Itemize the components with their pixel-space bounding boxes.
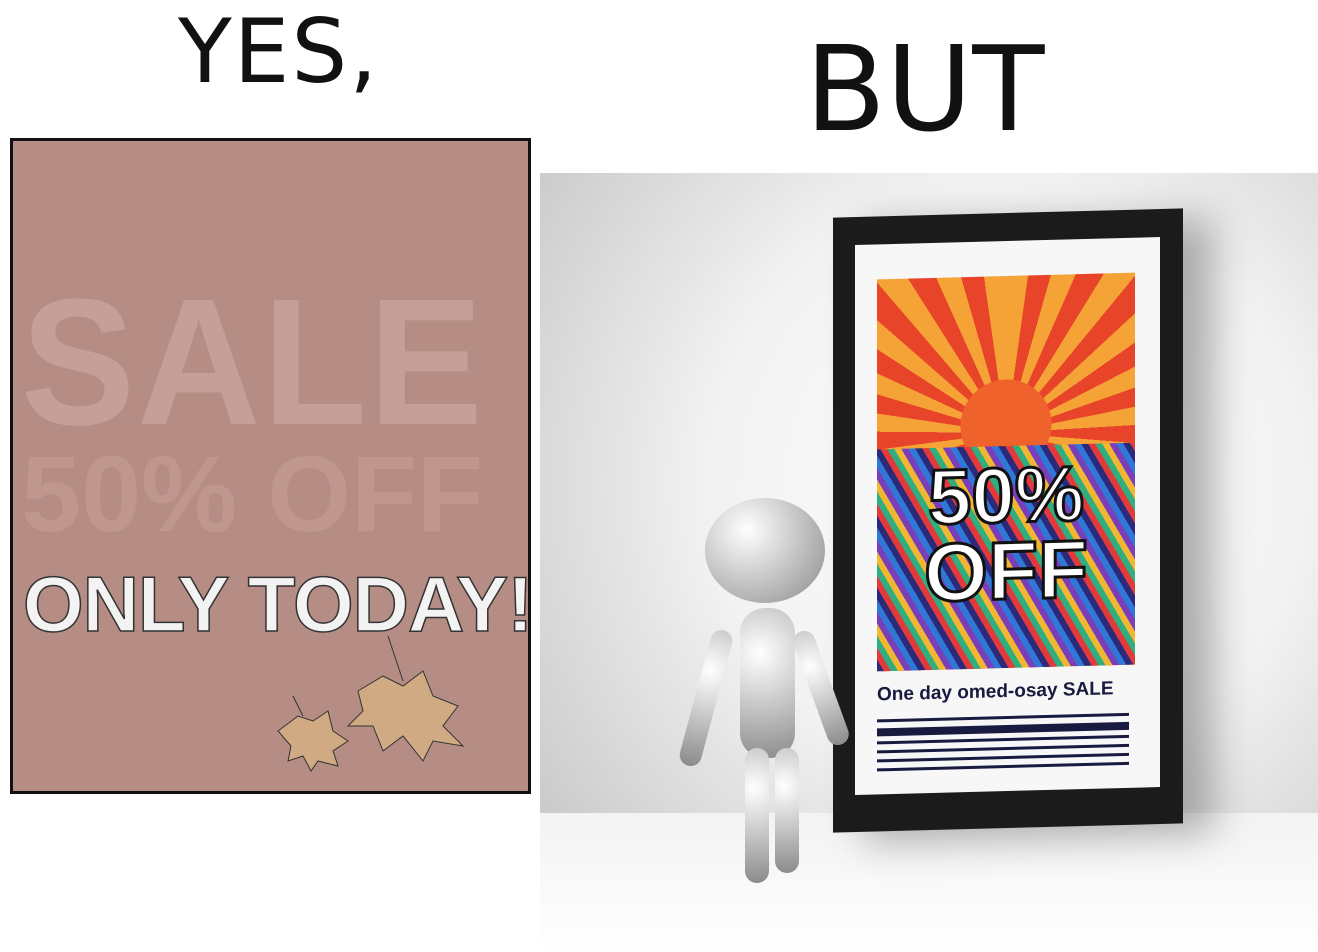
maple-leaves-icon [277, 635, 465, 772]
poster-line [877, 761, 1129, 772]
poster-line [877, 734, 1129, 745]
figure-torso [740, 608, 795, 758]
discount-text: 50% OFF [21, 433, 484, 554]
figure-head [705, 498, 825, 603]
right-panel-scene: 50% OFF One day omed-osay SALE [540, 173, 1318, 952]
poster-frame: 50% OFF One day omed-osay SALE [833, 208, 1183, 833]
figure-right-leg [775, 748, 799, 873]
poster-line [877, 743, 1129, 754]
poster-subtitle: One day omed-osay SALE [877, 678, 1114, 706]
headline-off: OFF [923, 522, 1090, 620]
floor [540, 813, 1318, 952]
figure-left-leg [745, 748, 769, 883]
figure-left-arm [677, 627, 735, 769]
framed-poster: 50% OFF One day omed-osay SALE [855, 237, 1160, 796]
caption-but: BUT [805, 20, 1045, 158]
poster-line [877, 721, 1129, 737]
left-panel-sale-poster: SALE 50% OFF ONLY TODAY! [10, 138, 531, 794]
poster-line [877, 712, 1129, 723]
headline-percent: 50% [926, 448, 1085, 543]
caption-yes: YES, [178, 0, 380, 103]
poster-artwork: 50% OFF [877, 272, 1135, 672]
poster-line [877, 752, 1129, 763]
